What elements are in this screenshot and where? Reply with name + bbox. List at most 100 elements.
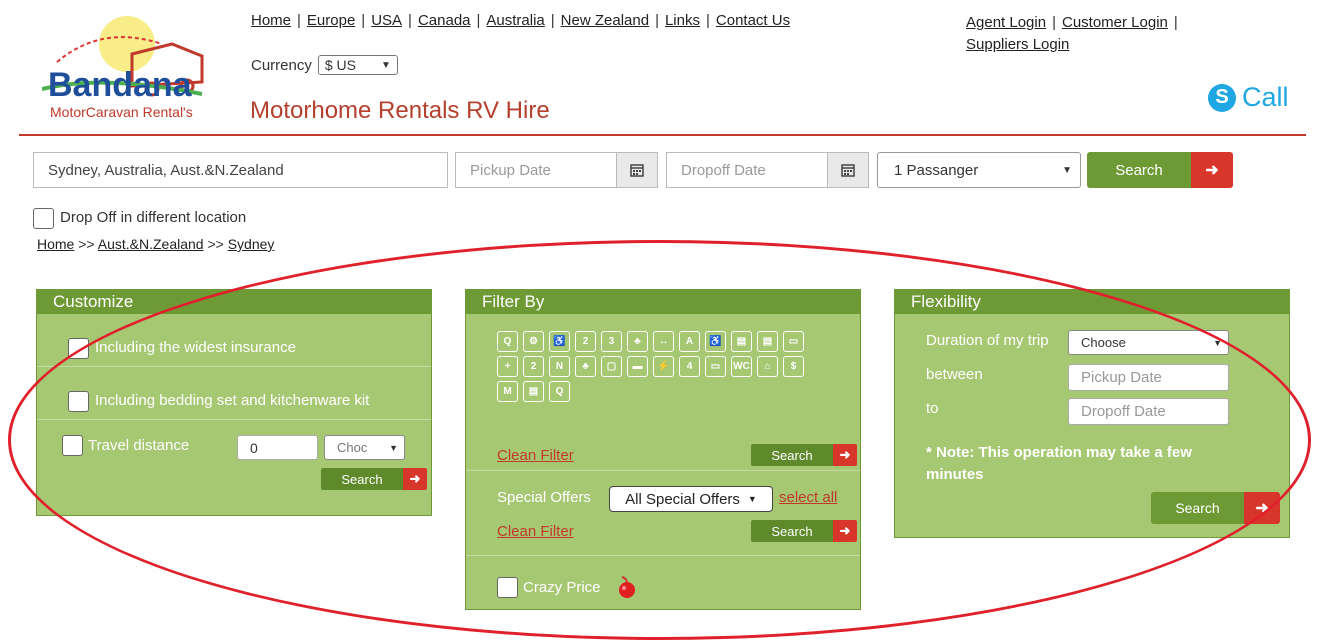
customer-login-link[interactable]: Customer Login — [1062, 14, 1168, 31]
filter-option-icon[interactable]: 3 — [601, 331, 622, 352]
bandana-logo[interactable]: Bandana MotorCaravan Rental's — [41, 14, 212, 124]
nav-europe[interactable]: Europe — [307, 12, 355, 29]
flex-pickup-date-input[interactable]: Pickup Date — [1068, 364, 1229, 391]
filter-option-icon[interactable]: 2 — [523, 356, 544, 377]
clean-filter-link[interactable]: Clean Filter — [497, 447, 574, 464]
nav-usa[interactable]: USA — [371, 12, 402, 29]
nav-links[interactable]: Links — [665, 12, 700, 29]
dropoff-different-label: Drop Off in different location — [60, 209, 247, 226]
suppliers-login-link[interactable]: Suppliers Login — [966, 36, 1069, 53]
filter-option-icon[interactable]: ▭ — [783, 331, 804, 352]
breadcrumb-sep: >> — [207, 236, 224, 252]
distance-unit-value: Choc — [337, 440, 368, 455]
currency-select[interactable]: $ US ▼ — [317, 55, 398, 75]
filter-option-icon[interactable]: ▤ — [523, 381, 544, 402]
filter-option-icon[interactable]: ▬ — [627, 356, 648, 377]
filter-option-icon[interactable]: ▢ — [601, 356, 622, 377]
filter-option-icon[interactable]: ♣ — [627, 331, 648, 352]
breadcrumb: Home >> Aust.&N.Zealand >> Sydney — [37, 236, 274, 252]
filter-option-icon[interactable]: Q — [549, 381, 570, 402]
customize-search-label: Search — [321, 468, 403, 490]
skype-call-button[interactable]: S Call — [1208, 82, 1289, 113]
filter-panel: Filter By Q ⚙ ♿ 2 3 ♣ ↔ A ♿ ▤ ▤ ▭ + 2 N … — [465, 289, 861, 610]
main-nav: Home | Europe | USA | Canada | Australia | New Zea… — [251, 12, 791, 29]
duration-select[interactable]: Choose ▼ — [1068, 330, 1229, 355]
nav-contact-us[interactable]: Contact Us — [716, 12, 790, 29]
clean-filter-link-2[interactable]: Clean Filter — [497, 523, 574, 540]
select-all-link[interactable]: select all — [779, 489, 837, 506]
agent-login-link[interactable]: Agent Login — [966, 14, 1046, 31]
distance-unit-select[interactable]: Choc ▼ — [324, 435, 405, 460]
header-divider — [19, 134, 1306, 136]
breadcrumb-city[interactable]: Sydney — [228, 236, 275, 252]
travel-distance-checkbox[interactable] — [62, 435, 83, 456]
filter-title: Filter By — [466, 290, 860, 314]
filter-option-icon[interactable]: WC — [731, 356, 752, 377]
passengers-select[interactable]: 1 Passanger ▼ — [877, 152, 1081, 188]
insurance-checkbox[interactable] — [68, 338, 89, 359]
currency-selector: Currency $ US ▼ — [251, 55, 398, 75]
filter-option-icon[interactable]: ▤ — [731, 331, 752, 352]
nav-australia[interactable]: Australia — [486, 12, 544, 29]
calendar-icon[interactable] — [616, 152, 658, 188]
filter-option-icon[interactable]: ▭ — [705, 356, 726, 377]
filter-option-icon[interactable]: 4 — [679, 356, 700, 377]
chevron-down-icon: ▼ — [389, 442, 398, 453]
arrow-right-icon: ➜ — [1191, 152, 1233, 188]
skype-icon: S — [1208, 83, 1236, 112]
filter-option-icon[interactable]: 2 — [575, 331, 596, 352]
special-offers-value: All Special Offers — [625, 490, 740, 508]
bedding-checkbox[interactable] — [68, 391, 89, 412]
special-search-button[interactable]: Search ➜ — [751, 520, 857, 542]
arrow-right-icon: ➜ — [833, 520, 857, 542]
bedding-row: Including bedding set and kitchenware ki… — [37, 367, 431, 420]
filter-option-icon[interactable]: ⚙ — [523, 331, 544, 352]
search-button[interactable]: Search ➜ — [1087, 152, 1233, 188]
filter-option-icon[interactable]: M — [497, 381, 518, 402]
flexibility-title: Flexibility — [895, 290, 1289, 314]
flex-dropoff-date-input[interactable]: Dropoff Date — [1068, 398, 1229, 425]
filter-option-icon[interactable]: A — [679, 331, 700, 352]
breadcrumb-home[interactable]: Home — [37, 236, 74, 252]
crazy-price-checkbox[interactable] — [497, 577, 518, 598]
filter-option-icon[interactable]: ▤ — [757, 331, 778, 352]
passengers-value: 1 Passanger — [894, 161, 979, 179]
filter-option-icon[interactable]: ♣ — [575, 356, 596, 377]
duration-label: Duration of my trip — [926, 332, 1049, 349]
skype-call-label: Call — [1242, 82, 1289, 112]
distance-input[interactable]: 0 — [237, 435, 318, 460]
filter-option-icon[interactable]: $ — [783, 356, 804, 377]
filter-option-icon[interactable]: N — [549, 356, 570, 377]
flex-search-button[interactable]: Search ➜ — [1151, 492, 1280, 524]
filter-option-icon[interactable]: Q — [497, 331, 518, 352]
special-search-label: Search — [751, 520, 833, 542]
chevron-down-icon: ▼ — [1213, 337, 1222, 348]
caret-down-icon: ▼ — [747, 494, 757, 504]
nav-new-zealand[interactable]: New Zealand — [561, 12, 649, 29]
calendar-icon[interactable] — [827, 152, 869, 188]
search-button-label: Search — [1087, 152, 1191, 188]
filter-icon-grid: Q ⚙ ♿ 2 3 ♣ ↔ A ♿ ▤ ▤ ▭ + 2 N ♣ ▢ ▬ ⚡ 4 … — [497, 331, 817, 402]
filter-option-icon[interactable]: ⚡ — [653, 356, 674, 377]
special-offers-dropdown[interactable]: All Special Offers ▼ — [609, 486, 773, 512]
filter-option-icon[interactable]: + — [497, 356, 518, 377]
nav-home[interactable]: Home — [251, 12, 291, 29]
customize-panel: Customize Including the widest insurance… — [36, 289, 432, 516]
filter-search-button[interactable]: Search ➜ — [751, 444, 857, 466]
dropoff-date-input[interactable]: Dropoff Date — [666, 152, 828, 188]
nav-canada[interactable]: Canada — [418, 12, 471, 29]
between-label: between — [926, 366, 983, 383]
breadcrumb-region[interactable]: Aust.&N.Zealand — [98, 236, 204, 252]
pickup-date-input[interactable]: Pickup Date — [455, 152, 617, 188]
filter-option-icon[interactable]: ♿ — [705, 331, 726, 352]
filter-option-icon[interactable]: ♿ — [549, 331, 570, 352]
filter-option-icon[interactable]: ↔ — [653, 331, 674, 352]
logo-text: Bandana — [48, 66, 193, 104]
customize-title: Customize — [37, 290, 431, 314]
filter-option-icon[interactable]: ⌂ — [757, 356, 778, 377]
dropoff-different-checkbox[interactable] — [33, 208, 54, 229]
customize-search-button[interactable]: Search ➜ — [321, 468, 427, 490]
to-label: to — [926, 400, 939, 417]
account-links: Agent Login | Customer Login | Suppliers Lo… — [966, 14, 1178, 53]
location-input[interactable]: Sydney, Australia, Aust.&N.Zealand — [33, 152, 448, 188]
